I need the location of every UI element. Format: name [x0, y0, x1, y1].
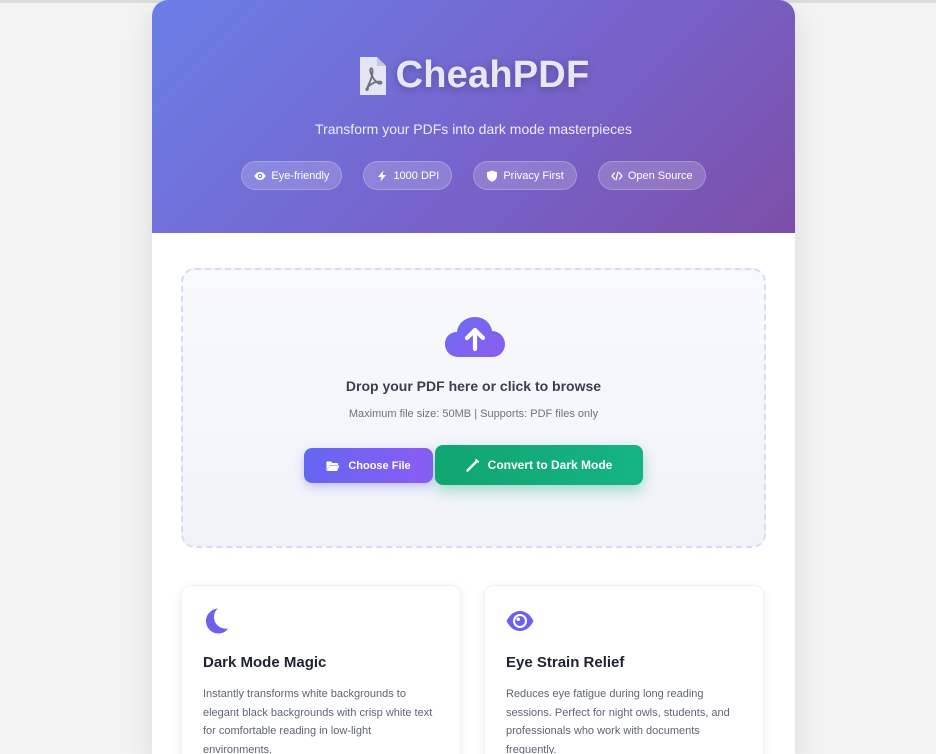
dropzone-title: Drop your PDF here or click to browse	[345, 378, 602, 394]
badge-label: Open Source	[627, 169, 693, 182]
shield-icon	[487, 170, 498, 182]
feature-title: Eye Strain Relief	[506, 654, 625, 671]
choose-file-button[interactable]: Choose File	[304, 448, 433, 483]
dropzone-subtitle: Maximum file size: 50MB | Supports: PDF …	[348, 408, 599, 420]
app-title: CheahPDF	[395, 54, 590, 96]
bolt-icon	[378, 170, 387, 181]
convert-label: Convert to Dark Mode	[487, 458, 613, 472]
brand: CheahPDF	[152, 54, 795, 97]
feature-badges: Eye-friendly 1000 DPI Privacy First Open…	[152, 161, 795, 190]
badge-label: Privacy First	[503, 169, 564, 182]
hero-header: CheahPDF Transform your PDFs into dark m…	[152, 0, 795, 233]
cloud-upload-icon	[445, 317, 505, 357]
code-icon	[611, 170, 623, 181]
folder-open-icon	[326, 461, 340, 471]
badge-open-source: Open Source	[597, 161, 706, 190]
tagline: Transform your PDFs into dark mode maste…	[315, 121, 632, 137]
feature-description: Reduces eye fatigue during long reading …	[506, 688, 730, 754]
badge-dpi: 1000 DPI	[363, 161, 453, 190]
badge-label: 1000 DPI	[393, 169, 440, 182]
upload-dropzone[interactable]: Drop your PDF here or click to browse Ma…	[181, 268, 766, 548]
magic-wand-icon	[465, 458, 479, 472]
choose-file-label: Choose File	[348, 459, 411, 472]
badge-eye-friendly: Eye-friendly	[241, 161, 343, 190]
moon-icon	[206, 608, 228, 634]
feature-description: Instantly transforms white backgrounds t…	[203, 688, 433, 754]
badge-privacy: Privacy First	[473, 161, 577, 190]
feature-card-eye-strain: Eye Strain Relief Reduces eye fatigue du…	[484, 585, 764, 754]
feature-card-dark-mode: Dark Mode Magic Instantly transforms whi…	[181, 585, 461, 754]
eye-icon	[506, 611, 534, 631]
convert-button[interactable]: Convert to Dark Mode	[435, 445, 643, 485]
app-card: CheahPDF Transform your PDFs into dark m…	[152, 0, 795, 754]
badge-label: Eye-friendly	[271, 169, 330, 182]
pdf-file-icon	[359, 56, 386, 95]
eye-icon	[254, 171, 266, 180]
feature-title: Dark Mode Magic	[203, 654, 327, 671]
